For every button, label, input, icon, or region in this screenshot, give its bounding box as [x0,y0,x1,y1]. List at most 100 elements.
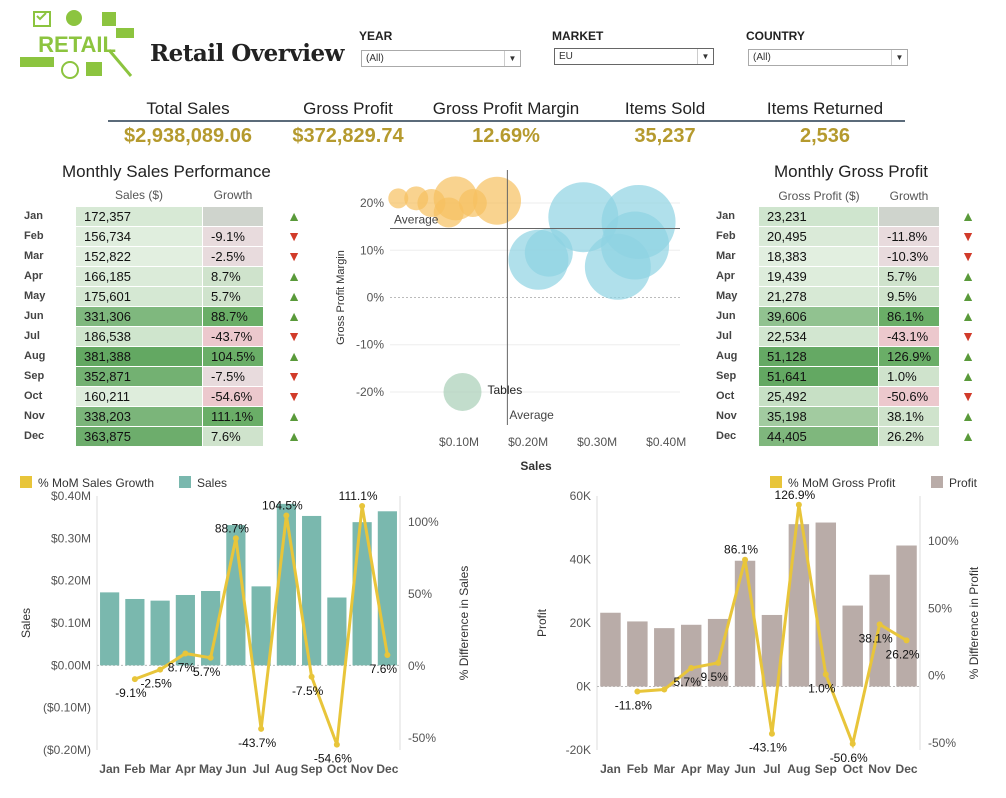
value-cell: 186,538 [76,327,202,346]
arrow-up-icon: ▲ [287,268,301,284]
x-tick-label: Jan [600,762,621,776]
value-cell: 39,606 [759,307,878,326]
x-tick-label: Feb [124,762,145,776]
row-month-label: Sep [24,370,45,382]
y2-tick-label: 100% [928,534,959,548]
kpi-total-sales-label: Total Sales [146,99,230,118]
chevron-down-icon[interactable]: ▼ [891,50,907,65]
arrow-up-icon: ▲ [287,348,301,364]
arrow-up-icon: ▲ [961,348,975,364]
data-label: 111.1% [339,489,378,503]
bar [627,621,648,687]
arrow-up-icon: ▲ [961,308,975,324]
legend-swatch [179,476,191,488]
kpi-gross-profit-margin-label: Gross Profit Margin [432,99,580,118]
growth-cell [879,207,939,226]
country-filter-value: (All) [753,52,771,63]
value-cell: 44,405 [759,427,878,446]
scatter-point [601,184,676,259]
row-month-label: Mar [716,250,736,262]
x-tick-label: Feb [627,762,648,776]
growth-point [849,740,856,747]
arrow-down-icon: ▼ [961,328,975,344]
average-label-x: Average [509,408,554,422]
chevron-down-icon[interactable]: ▼ [504,51,520,66]
data-label: 104.5% [262,499,303,513]
growth-cell: 38.1% [879,407,939,426]
bar [654,628,675,687]
growth-point [283,512,290,519]
y2-tick-label: 50% [408,587,432,601]
annotation-label: Tables [488,383,523,397]
y2-tick-label: 0% [928,669,946,683]
sales-col-header: Sales ($) [114,188,164,202]
growth-cell: 9.5% [879,287,939,306]
growth-cell: 86.1% [879,307,939,326]
x-tick-label: $0.40M [646,435,686,449]
legend-label: Profit [949,476,978,490]
bar [150,600,170,666]
value-cell: 25,492 [759,387,878,406]
country-filter-select[interactable]: (All) ▼ [748,49,908,66]
growth-point [876,621,883,628]
scatter-point [473,176,522,225]
bar [815,522,837,687]
row-month-label: Apr [24,270,43,282]
bar [842,605,863,687]
y2-tick-label: -50% [408,731,436,745]
x-tick-label: Jun [734,762,755,776]
arrow-down-icon: ▼ [961,248,975,264]
sales-table-title: Monthly Sales Performance [62,162,271,181]
row-month-label: Jun [24,310,44,322]
market-filter-select[interactable]: EU ▼ [554,48,714,65]
chevron-down-icon[interactable]: ▼ [697,49,713,64]
data-label: 5.7% [193,665,221,679]
growth-cell: -2.5% [203,247,263,266]
growth-point [661,686,668,693]
value-cell: 381,388 [76,347,202,366]
x-tick-label: Dec [896,762,918,776]
growth-cell: 1.0% [879,367,939,386]
row-month-label: Jan [716,210,735,222]
y-tick-label: 20% [360,196,384,210]
margin-vs-sales-scatter: 20% 10% 0% -10% -20% $0.10M $0.20M $0.30M $0.40M… [335,170,686,473]
y-tick-label: 0% [367,291,385,305]
y-axis-label: Sales [19,608,33,638]
value-cell: 21,278 [759,287,878,306]
y2-tick-label: 50% [928,601,952,615]
x-tick-label: Aug [275,762,298,776]
year-filter-select[interactable]: (All) ▼ [361,50,521,67]
profit-combo-chart: % MoM Gross Profit Profit60K40K20K0K-20K1… [535,476,981,776]
growth-point [359,503,366,510]
value-cell: 152,822 [76,247,202,266]
x-tick-label: Nov [351,762,374,776]
arrow-down-icon: ▼ [961,388,975,404]
legend-label: Sales [197,476,227,490]
legend-label: % MoM Sales Growth [38,476,154,490]
kpi-items-sold-label: Items Sold [624,99,706,118]
growth-cell: 26.2% [879,427,939,446]
bar [734,560,756,687]
row-month-label: Nov [716,410,737,422]
row-month-label: Feb [24,230,44,242]
bar [251,586,271,666]
data-label: -11.8% [615,699,652,713]
value-cell: 363,875 [76,427,202,446]
profit-growth-col-header: Growth [889,189,929,203]
row-month-label: Jun [716,310,736,322]
data-label: 26.2% [886,647,920,661]
arrow-up-icon: ▲ [287,288,301,304]
growth-cell: 104.5% [203,347,263,366]
kpi-gross-profit-value: $372,829.74 [292,125,404,147]
legend-swatch [931,476,943,488]
growth-point [903,637,910,644]
data-label: 9.5% [700,670,728,684]
y2-axis-label: % Difference in Sales [457,566,471,681]
data-label: -43.1% [749,741,787,755]
value-cell: 22,534 [759,327,878,346]
kpi-items-returned-label: Items Returned [766,99,884,118]
y-tick-label: $0.00M [51,658,91,672]
x-tick-label: Jul [252,762,269,776]
y2-axis-label: % Difference in Profit [967,566,981,679]
y-axis-label: Gross Profit Margin [335,250,347,345]
